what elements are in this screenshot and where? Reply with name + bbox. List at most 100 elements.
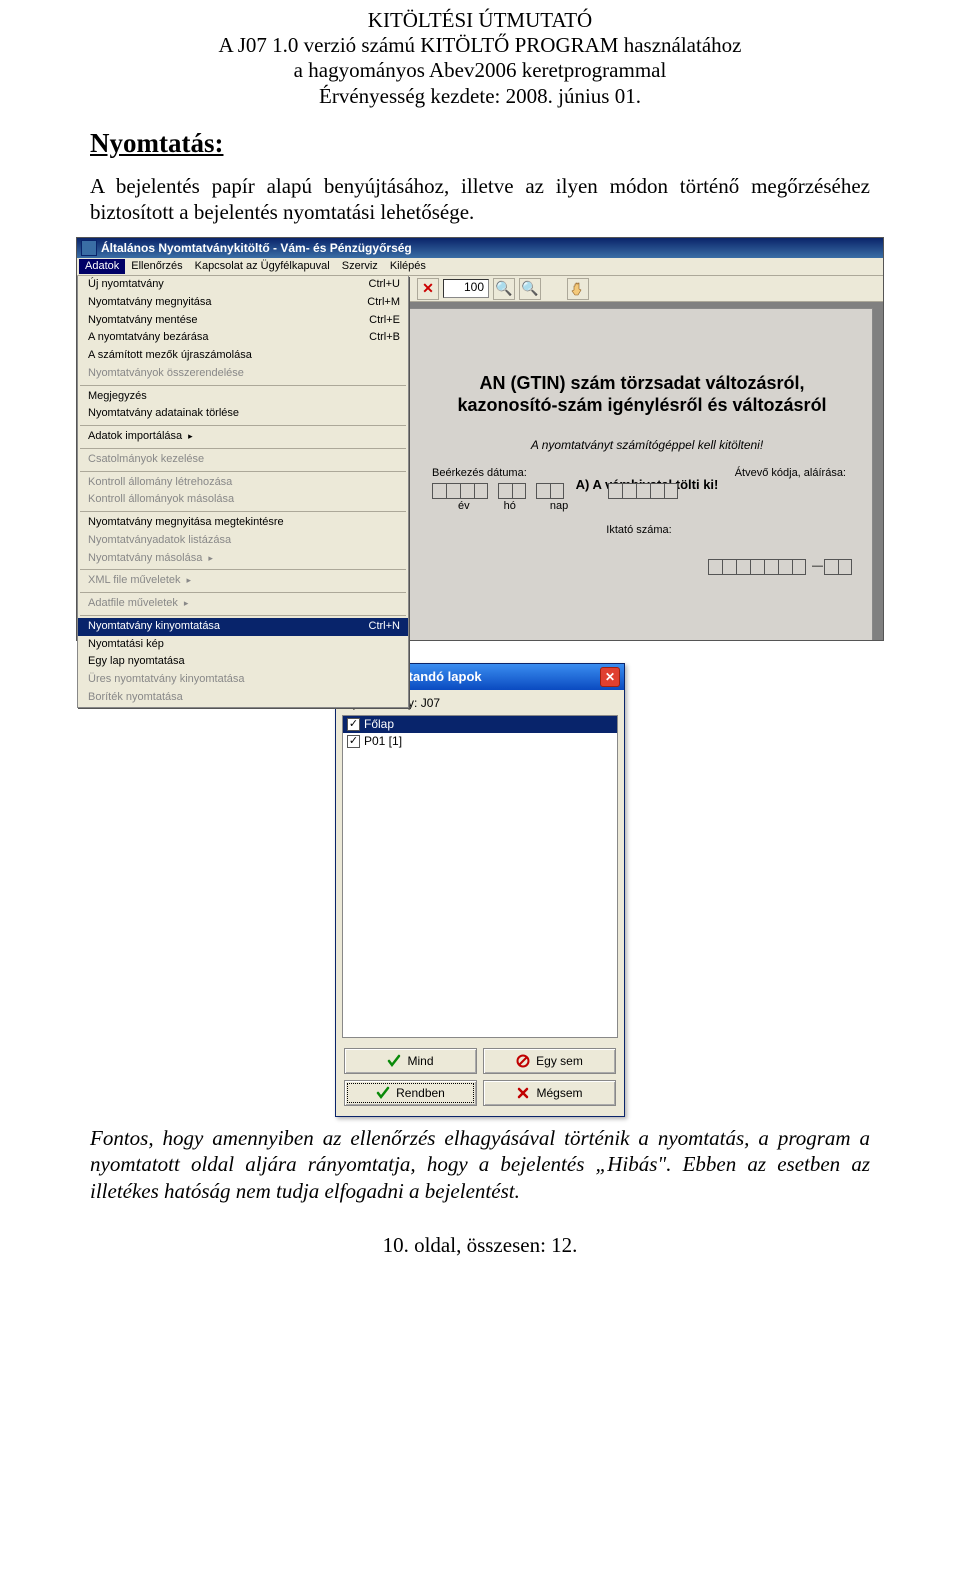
- menu-item-shortcut: Ctrl+N: [369, 620, 400, 634]
- abev-window: Általános Nyomtatványkitöltő - Vám- és P…: [76, 237, 884, 641]
- menu-item: Kontroll állományok másolása: [78, 491, 408, 509]
- label-atvevo: Átvevő kódja, aláírása:: [735, 467, 846, 481]
- page-footer: 10. oldal, összesen: 12.: [0, 1232, 960, 1258]
- close-icon: ✕: [422, 280, 434, 298]
- menu-item-label: Nyomtatási kép: [88, 638, 164, 652]
- menu-item[interactable]: Nyomtatvány kinyomtatása Ctrl+N: [78, 618, 408, 636]
- window-titlebar: Általános Nyomtatványkitöltő - Vám- és P…: [77, 238, 883, 258]
- menu-ugyfelkapu[interactable]: Kapcsolat az Ügyfélkapuval: [189, 259, 336, 275]
- form-title-line2: kazonosító-szám igénylésről és változásr…: [457, 395, 826, 415]
- adatok-dropdown-menu: Új nyomtatványCtrl+UNyomtatvány megnyitá…: [77, 276, 409, 708]
- menu-kilepes[interactable]: Kilépés: [384, 259, 432, 275]
- label-ho: hó: [504, 500, 516, 514]
- menu-item-label: XML file műveletek: [88, 574, 191, 588]
- section-title-nyomtatas: Nyomtatás:: [90, 127, 960, 161]
- menu-item-label: Nyomtatvány megnyitása: [88, 296, 212, 310]
- zoom-in-icon: 🔍: [521, 280, 538, 298]
- list-item[interactable]: ✓ Főlap: [343, 716, 617, 733]
- menu-item: XML file műveletek: [78, 572, 408, 590]
- menu-item-label: Csatolmányok kezelése: [88, 453, 204, 467]
- ok-button[interactable]: Rendben: [344, 1080, 477, 1106]
- menu-item: Boríték nyomtatása: [78, 689, 408, 707]
- bottom-paragraph: Fontos, hogy amennyiben az ellenőrzés el…: [90, 1125, 870, 1204]
- menu-item: Üres nyomtatvány kinyomtatása: [78, 671, 408, 689]
- date-month-cells[interactable]: [498, 483, 526, 499]
- menu-item: Kontroll állomány létrehozása: [78, 474, 408, 492]
- menu-item-label: Egy lap nyomtatása: [88, 655, 185, 669]
- select-all-button[interactable]: Mind: [344, 1048, 477, 1074]
- menu-item-label: Megjegyzés: [88, 390, 147, 404]
- menu-item: Nyomtatvány másolása: [78, 550, 408, 568]
- menu-item-label: Boríték nyomtatása: [88, 691, 183, 705]
- atvevo-cells[interactable]: [608, 483, 678, 499]
- menu-separator: [80, 592, 406, 593]
- menu-item[interactable]: Megjegyzés: [78, 388, 408, 406]
- menu-item-label: Nyomtatvány adatainak törlése: [88, 407, 239, 421]
- hand-tool-button[interactable]: [567, 278, 589, 300]
- zoom-in-button[interactable]: 🔍: [519, 278, 541, 300]
- page-header: KITÖLTÉSI ÚTMUTATÓ A J07 1.0 verzió szám…: [0, 8, 960, 109]
- menubar: Adatok Ellenőrzés Kapcsolat az Ügyfélkap…: [77, 258, 883, 276]
- app-icon: [81, 240, 97, 256]
- menu-item: Adatfile műveletek: [78, 595, 408, 613]
- menu-item-label: Kontroll állomány létrehozása: [88, 476, 232, 490]
- dialog-doc-name: J07: [421, 696, 440, 710]
- checkbox[interactable]: ✓: [347, 718, 360, 731]
- form-title-line1: AN (GTIN) szám törzsadat változásról,: [479, 373, 804, 393]
- label-iktato: Iktató száma:: [424, 524, 854, 538]
- menu-item-label: Nyomtatvány kinyomtatása: [88, 620, 220, 634]
- menu-item-label: Nyomtatványadatok listázása: [88, 534, 231, 548]
- menu-item[interactable]: Nyomtatvány megnyitásaCtrl+M: [78, 294, 408, 312]
- form-title: AN (GTIN) szám törzsadat változásról, ka…: [422, 373, 862, 416]
- menu-separator: [80, 511, 406, 512]
- zoom-input[interactable]: 100: [443, 279, 489, 298]
- menu-item[interactable]: Adatok importálása: [78, 428, 408, 446]
- menu-item-label: Nyomtatvány másolása: [88, 552, 213, 566]
- date-axis-labels: év hó nap: [458, 500, 854, 514]
- menu-item-label: Üres nyomtatvány kinyomtatása: [88, 673, 245, 687]
- menu-item[interactable]: A számított mezők újraszámolása: [78, 347, 408, 365]
- list-item-label: P01 [1]: [364, 734, 402, 749]
- menu-item[interactable]: A nyomtatvány bezárása Ctrl+B: [78, 329, 408, 347]
- dialog-close-button[interactable]: ✕: [600, 667, 620, 687]
- header-line: A J07 1.0 verzió számú KITÖLTŐ PROGRAM h…: [0, 33, 960, 58]
- menu-ellenorzes[interactable]: Ellenőrzés: [125, 259, 188, 275]
- cancel-button[interactable]: Mégsem: [483, 1080, 616, 1106]
- close-doc-button[interactable]: ✕: [417, 278, 439, 300]
- menu-separator: [80, 569, 406, 570]
- list-item[interactable]: ✓ P01 [1]: [343, 733, 617, 750]
- menu-adatok[interactable]: Adatok: [79, 259, 125, 275]
- menu-szerviz[interactable]: Szerviz: [336, 259, 384, 275]
- checkbox[interactable]: ✓: [347, 735, 360, 748]
- check-icon: [376, 1086, 390, 1100]
- intro-paragraph: A bejelentés papír alapú benyújtásához, …: [90, 173, 870, 226]
- zoom-out-button[interactable]: 🔍: [493, 278, 515, 300]
- menu-item-label: Új nyomtatvány: [88, 278, 164, 292]
- button-label: Mégsem: [536, 1086, 582, 1101]
- select-none-button[interactable]: Egy sem: [483, 1048, 616, 1074]
- menu-item[interactable]: Nyomtatvány adatainak törlése: [78, 405, 408, 423]
- menu-item-shortcut: Ctrl+B: [369, 331, 400, 345]
- pages-listbox[interactable]: ✓ Főlap ✓ P01 [1]: [342, 715, 618, 1038]
- date-year-cells[interactable]: [432, 483, 488, 499]
- close-icon: ✕: [605, 670, 615, 685]
- label-beerkezes: Beérkezés dátuma:: [432, 467, 527, 481]
- form-note: A nyomtatványt számítógéppel kell kitölt…: [422, 438, 872, 453]
- menu-item-label: Adatok importálása: [88, 430, 193, 444]
- menu-item[interactable]: Nyomtatási kép: [78, 636, 408, 654]
- cancel-icon: [516, 1086, 530, 1100]
- list-item-label: Főlap: [364, 717, 394, 732]
- iktato-cells-f[interactable]: [824, 559, 852, 575]
- menu-separator: [80, 385, 406, 386]
- menu-item-label: A nyomtatvány bezárása: [88, 331, 208, 345]
- zoom-out-icon: 🔍: [495, 280, 512, 298]
- menu-item[interactable]: Nyomtatvány mentéseCtrl+E: [78, 312, 408, 330]
- hand-icon: [570, 281, 586, 297]
- check-icon: [387, 1054, 401, 1068]
- date-day-cells[interactable]: [536, 483, 564, 499]
- menu-item[interactable]: Egy lap nyomtatása: [78, 653, 408, 671]
- menu-separator: [80, 471, 406, 472]
- menu-item[interactable]: Új nyomtatványCtrl+U: [78, 276, 408, 294]
- iktato-cells-e[interactable]: [708, 559, 806, 575]
- menu-item[interactable]: Nyomtatvány megnyitása megtekintésre: [78, 514, 408, 532]
